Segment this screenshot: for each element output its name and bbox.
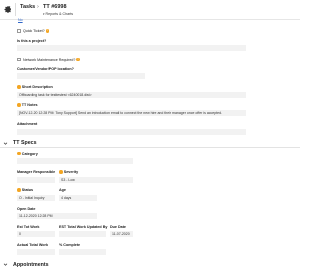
- required-icon: [17, 188, 21, 192]
- chevron-down-icon: [3, 142, 8, 145]
- required-icon: [17, 151, 21, 156]
- actual-total-work-label: Actual Total Work: [17, 242, 49, 247]
- quick-ticket-label: Quick Ticket?: [23, 29, 45, 33]
- attachment-field[interactable]: [17, 128, 246, 135]
- caret-down-icon: ▾: [43, 11, 45, 16]
- tt-specs-section-header[interactable]: TT Specs: [0, 140, 300, 148]
- tt-notes-field[interactable]: [NOV-12-20 12:28 PM: Tony Support] Send …: [17, 109, 246, 116]
- tt-specs-title: TT Specs: [13, 140, 37, 146]
- severity-field[interactable]: S3 - Low: [59, 176, 133, 183]
- breadcrumb-tasks[interactable]: Tasks: [20, 4, 35, 10]
- tt-notes-row: TT Notes: [17, 103, 38, 107]
- due-date-field[interactable]: 11-07-2020: [110, 231, 133, 237]
- status-field[interactable]: O - Initial Inquiry: [17, 194, 55, 201]
- est-tot-work-field[interactable]: 0: [17, 231, 55, 237]
- network-maintenance-row: Network Maintenance Required? i: [23, 58, 80, 62]
- severity-row: Severity: [59, 170, 78, 174]
- reports-charts-label: Reports & Charts: [45, 11, 74, 16]
- customer-vendor-field[interactable]: [17, 73, 145, 79]
- category-field[interactable]: [17, 158, 133, 164]
- reports-charts-menu[interactable]: ▾Reports & Charts: [43, 12, 73, 16]
- category-label: Category: [21, 151, 38, 156]
- attachment-label: Attachment: [17, 122, 38, 126]
- form-content: No Quick Ticket? i Is this a project? Net…: [0, 18, 300, 268]
- status-row: Status: [17, 188, 33, 192]
- required-icon: [17, 85, 21, 89]
- network-maintenance-label: Network Maintenance Required?: [23, 57, 76, 62]
- short-description-row: Short Description: [17, 85, 53, 89]
- required-icon: [59, 170, 63, 174]
- required-icon: [17, 103, 21, 107]
- est-tot-work-label: Est Tot Work: [17, 224, 40, 229]
- chevron-down-icon: [3, 263, 8, 266]
- due-date-label: Due Date: [110, 224, 126, 229]
- severity-label: Severity: [63, 170, 79, 174]
- appointments-section-header[interactable]: Appointments: [0, 261, 300, 268]
- header-divider: [15, 3, 16, 16]
- percent-complete-label: % Complete: [59, 242, 81, 247]
- est-total-work-updated-field[interactable]: [59, 231, 106, 237]
- tt-notes-label: TT Notes: [21, 103, 38, 107]
- manager-responsible-field[interactable]: [17, 176, 55, 183]
- percent-complete-field[interactable]: [59, 249, 106, 255]
- is-project-field[interactable]: [17, 44, 246, 51]
- gear-icon[interactable]: [4, 5, 12, 13]
- quick-ticket-row: Quick Ticket? i: [23, 29, 49, 33]
- open-date-field[interactable]: 11-12-2020 12:28 PM: [17, 213, 97, 219]
- status-label: Status: [21, 188, 34, 192]
- manager-responsible-label: Manager Responsible: [17, 170, 56, 174]
- network-maintenance-checkbox[interactable]: [17, 57, 21, 62]
- category-row: Category: [17, 152, 38, 156]
- short-description-label: Short Description: [21, 85, 53, 89]
- appointments-title: Appointments: [13, 261, 49, 268]
- age-label: Age: [59, 188, 66, 192]
- est-total-work-updated-label: EST Total Work Updated By: [59, 224, 108, 229]
- top-link[interactable]: No: [18, 18, 23, 22]
- is-project-label: Is this a project?: [17, 38, 47, 43]
- age-field: 4 days: [59, 194, 97, 201]
- open-date-label: Open Date: [17, 206, 36, 211]
- quick-ticket-checkbox[interactable]: [17, 29, 21, 33]
- short-description-field[interactable]: Offboarding task for testtestest <624001…: [17, 91, 246, 98]
- info-icon[interactable]: i: [45, 29, 49, 33]
- customer-vendor-label: Customer/Vendor/POP location?: [17, 66, 74, 71]
- info-icon[interactable]: i: [76, 57, 80, 62]
- actual-total-work-field[interactable]: [17, 249, 55, 255]
- breadcrumb-separator: ›: [37, 4, 39, 10]
- page-title: TT #6998: [43, 4, 67, 10]
- top-header: Tasks › TT #6998 ▾Reports & Charts: [0, 0, 300, 20]
